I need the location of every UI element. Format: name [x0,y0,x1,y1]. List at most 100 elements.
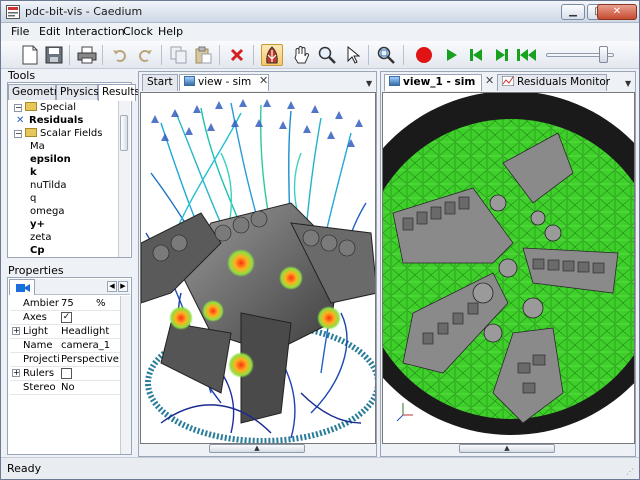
time-slider-thumb[interactable] [599,46,609,63]
tree-item[interactable]: omega [30,206,65,219]
menu-interaction[interactable]: Interaction [65,25,125,38]
print-icon[interactable] [76,44,98,66]
tree-item[interactable]: nuTilda [30,180,67,193]
tab-physics[interactable]: Physics [56,84,99,100]
property-checkbox[interactable]: ✓ [61,312,72,323]
tree-item[interactable]: y+ [30,219,45,232]
status-bar: Ready ⋰ [1,457,639,479]
property-row-stereo-3d[interactable]: Stereo 3DNo [10,381,120,395]
property-value[interactable]: 75 [61,298,74,309]
save-icon[interactable] [43,44,65,66]
property-key: Light [23,326,48,337]
close-button[interactable]: ✕ [597,4,637,20]
tab-residuals-monitor[interactable]: Residuals Monitor [497,74,610,91]
tab-view-sim-label: view - sim [198,76,252,88]
copy-icon[interactable] [168,44,190,66]
step-back-icon[interactable] [465,44,487,66]
tab-geometry[interactable]: Geometry [8,84,64,100]
tools-scrollbar-thumb[interactable] [120,115,128,151]
close-tab-icon[interactable]: ✕ [485,74,494,87]
collapse-icon[interactable]: − [14,104,22,112]
expand-icon[interactable]: + [12,327,20,335]
right-viewport-resize-handle[interactable]: ▲ [459,444,555,453]
tab-list-dropdown-icon[interactable]: ▼ [625,79,631,88]
redo-icon[interactable] [134,44,156,66]
property-row-name[interactable]: Name camera_1 [10,339,120,353]
tab-view1-sim[interactable]: view_1 - sim [384,74,482,91]
property-row-light[interactable]: + Light Headlight [10,325,120,339]
rotate-icon[interactable] [261,44,283,66]
property-value[interactable]: No [61,382,75,393]
tab-results[interactable]: Results [98,84,140,101]
tree-item-label: Residuals [29,115,84,126]
tree-item-label: Cp [30,245,45,256]
paste-icon[interactable] [192,44,214,66]
tree-item-label: Special [40,102,77,113]
zoom-fit-icon[interactable] [375,44,397,66]
expand-icon[interactable]: + [12,369,20,377]
tree-folder[interactable]: − Special [14,102,76,115]
view-icon [184,76,195,86]
tree-folder[interactable]: − Scalar Fields [14,128,102,141]
rewind-icon[interactable] [515,44,537,66]
tools-scrollbar[interactable] [118,101,130,257]
pan-icon[interactable] [290,44,312,66]
close-tab-icon[interactable]: ✕ [259,74,268,87]
property-row-axes[interactable]: Axes ✓ [10,311,120,325]
right-view-pane: view_1 - sim ✕ Residuals Monitor ▼ ▲ [380,71,636,457]
tab-start[interactable]: Start [142,74,178,91]
menu-file[interactable]: File [11,25,29,38]
tree-item[interactable]: k [30,167,37,180]
properties-title: Properties [8,264,64,277]
title-bar: pdc-bit-vis - Caedium ▁ □ ✕ [1,1,639,23]
tab-scroll-right-icon[interactable]: ▶ [118,281,128,292]
property-unit: % [96,298,106,309]
property-value[interactable]: Perspective [61,354,119,365]
property-checkbox[interactable] [61,368,72,379]
resize-grip-icon[interactable]: ⋰ [626,467,636,477]
tree-item[interactable]: Cp [30,245,45,256]
step-forward-icon[interactable] [491,44,513,66]
property-key: Axes [23,312,47,323]
zoom-icon[interactable] [316,44,338,66]
tree-item[interactable]: q [30,193,36,206]
property-row-rulers[interactable]: + Rulers [10,367,120,381]
property-key: Projection [23,354,59,365]
chart-icon [501,75,515,87]
play-icon[interactable] [441,44,463,66]
tab-view1-sim-label: view_1 - sim [403,76,476,88]
new-icon[interactable] [19,44,41,66]
tab-scroll-left-icon[interactable]: ◀ [107,281,117,292]
property-row-projection[interactable]: ProjectionPerspective [10,353,120,367]
menu-edit[interactable]: Edit [39,25,60,38]
record-icon[interactable] [413,44,435,66]
undo-icon[interactable] [109,44,131,66]
tree-item[interactable]: zeta [30,232,51,245]
minimize-button[interactable]: ▁ [561,4,585,20]
left-viewport-resize-handle[interactable]: ▲ [209,444,305,453]
property-value[interactable]: camera_1 [61,340,110,351]
camera-tab[interactable] [9,279,35,295]
left-viewport[interactable] [140,92,376,444]
collapse-icon[interactable]: − [14,130,22,138]
tree-item[interactable]: ✕ Residuals [16,115,84,128]
menu-help[interactable]: Help [158,25,183,38]
delete-icon[interactable] [226,44,248,66]
tree-item-label: omega [30,206,65,217]
tab-view-sim[interactable]: view - sim [179,74,269,91]
tree-item[interactable]: epsilon [30,154,71,167]
right-viewport[interactable] [382,92,635,444]
tree-item[interactable]: Ma [30,141,45,154]
property-key: Ambient [23,298,59,309]
residuals-icon: ✕ [16,115,25,126]
menu-clock[interactable]: Clock [123,25,153,38]
tab-list-dropdown-icon[interactable]: ▼ [366,79,372,88]
property-row-ambient[interactable]: Ambient75% [10,297,120,311]
results-tree: − Special ✕ Residuals − Scalar Fields Ma epsilo… [8,100,118,256]
properties-scrollbar[interactable] [120,296,131,454]
tree-item-label: zeta [30,232,52,243]
property-value[interactable]: Headlight [61,326,109,337]
pointer-icon[interactable] [342,44,364,66]
tree-item-label: epsilon [30,154,71,165]
tree-item-label: k [30,167,37,178]
